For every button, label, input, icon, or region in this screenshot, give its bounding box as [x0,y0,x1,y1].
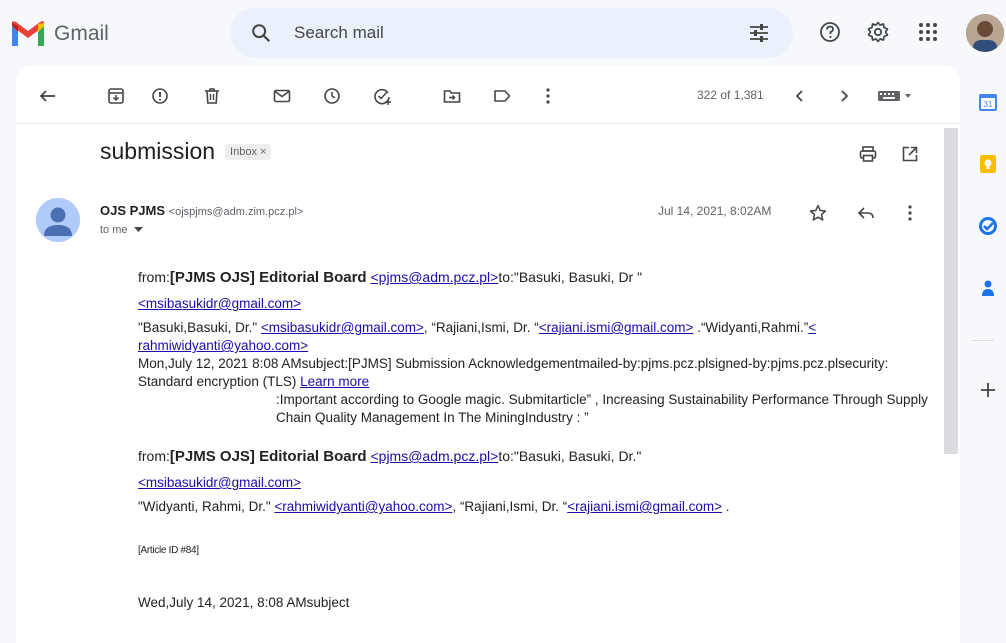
pagination-count: 322 of 1,381 [697,88,764,102]
open-in-new-window-icon[interactable] [900,144,920,164]
side-panel: 31 [960,66,1006,643]
from-label: from: [138,269,170,285]
add-to-tasks-icon[interactable] [372,86,392,106]
importance-text: :Important according to Google magic. Su… [276,392,928,425]
to-email-link[interactable]: <msibasukidr@gmail.com> [138,296,301,311]
back-arrow-icon[interactable] [38,86,58,106]
calendar-icon[interactable]: 31 [978,92,998,112]
sender-avatar[interactable] [36,198,80,242]
meta-text: Mon,July 12, 2021 8:08 AMsubject:[PJMS] … [138,356,889,389]
message-pane: 322 of 1,381 submission Inbox × OJS PJMS… [16,66,960,643]
cc1-name-2: "Widyanti, Rahmi, Dr." [138,499,271,514]
inbox-label-chip[interactable]: Inbox × [225,143,272,160]
cc2-email-link-2[interactable]: <rajiani.ismi@gmail.com> [567,499,722,514]
article-id: [Article ID #84] [138,545,199,556]
tasks-icon[interactable] [978,216,998,236]
search-icon[interactable] [250,22,272,44]
body-block-1-from: from:[PJMS OJS] Editorial Board <pjms@ad… [138,268,928,287]
report-spam-icon[interactable] [150,86,170,106]
star-icon[interactable] [808,203,828,223]
account-avatar[interactable] [966,14,1004,52]
email-body: from:[PJMS OJS] Editorial Board <pjms@ad… [138,264,928,612]
body-block-1-cc: "Basuki,Basuki, Dr." <msibasukidr@gmail.… [138,319,928,355]
email-subject: submission [100,138,216,164]
subject-row: submission Inbox × [100,138,272,165]
sender-line: OJS PJMS <ojspjms@adm.zim.pcz.pl> [100,203,303,218]
body-block-2-to-email: <msibasukidr@gmail.com> [138,474,928,492]
from-name-2: [PJMS OJS] Editorial Board [169,448,367,465]
cc3-name: .“Widyanti,Rahmi.” [693,320,809,335]
archive-icon[interactable] [106,86,126,106]
print-icon[interactable] [858,144,878,164]
body-block-1-to-email: <msibasukidr@gmail.com> [138,295,928,313]
recipient-details-toggle[interactable]: to me [100,224,143,236]
cc2-name: , “Rajiani,Ismi, Dr. “ [423,320,539,335]
profile-photo-icon [966,14,1004,52]
prev-chevron-icon[interactable] [790,86,810,106]
body-block-2-cc: "Widyanti, Rahmi, Dr." <rahmiwidyanti@ya… [138,498,928,516]
from-email-link[interactable]: <pjms@adm.pcz.pl> [370,269,498,285]
email-date: Jul 14, 2021, 8:02AM [658,204,772,218]
next-chevron-icon[interactable] [834,86,854,106]
message-toolbar: 322 of 1,381 [16,66,960,124]
delete-trash-icon[interactable] [202,86,222,106]
apps-grid-icon[interactable] [916,20,940,44]
from-name: [PJMS OJS] Editorial Board [169,269,367,286]
add-addon-plus-icon[interactable] [978,380,998,400]
body-block-1-importance: :Important according to Google magic. Su… [138,391,928,427]
search-filter-icon[interactable] [748,23,770,43]
calendar-day: 31 [984,100,993,109]
settings-gear-icon[interactable] [866,20,890,44]
cc1-email-link-2[interactable]: <rahmiwidyanti@yahoo.com> [274,499,452,514]
to-email-link-2[interactable]: <msibasukidr@gmail.com> [138,475,301,490]
more-vert-icon[interactable] [538,86,558,106]
gmail-m-icon [12,21,44,46]
learn-more-link[interactable]: Learn more [300,374,369,389]
input-tools-keyboard-icon[interactable] [876,86,916,106]
body-block-2-from: from:[PJMS OJS] Editorial Board <pjms@ad… [138,447,928,466]
gmail-logo[interactable]: Gmail [10,20,109,48]
search-bar[interactable]: Search mail [230,8,793,58]
sender-name[interactable]: OJS PJMS [100,203,165,218]
body-block-1-meta: Mon,July 12, 2021 8:08 AMsubject:[PJMS] … [138,355,928,391]
keep-notes-icon[interactable] [978,154,998,174]
default-person-icon [36,198,80,242]
contacts-icon[interactable] [978,278,998,298]
cc2-email-link[interactable]: <rajiani.ismi@gmail.com> [539,320,694,335]
caret-down-icon [133,227,143,232]
to-me-label: to me [100,224,128,236]
snooze-clock-icon[interactable] [322,86,342,106]
cc-end: . [721,499,730,514]
from-label-2: from: [138,448,170,464]
to-label-2: to:"Basuki, Basuki, Dr." [498,448,642,464]
cc1-email-link[interactable]: <msibasukidr@gmail.com> [261,320,424,335]
top-bar: Gmail Search mail [0,0,1006,66]
cc2-name-2: , “Rajiani,Ismi, Dr. “ [452,499,568,514]
app-name: Gmail [54,22,109,45]
scrollbar-thumb[interactable] [944,128,958,454]
from-email-link-2[interactable]: <pjms@adm.pcz.pl> [370,448,498,464]
cc1-name: "Basuki,Basuki, Dr." [138,320,258,335]
to-label: to:"Basuki, Basuki, Dr " [498,269,643,285]
mark-unread-icon[interactable] [272,86,292,106]
label-icon[interactable] [492,86,512,106]
panel-divider [972,340,994,341]
last-line: Wed,July 14, 2021, 8:08 AMsubject [138,595,350,610]
message-more-vert-icon[interactable] [900,203,920,223]
help-icon[interactable] [818,20,842,44]
sender-email: <ojspjms@adm.zim.pcz.pl> [168,206,304,218]
move-to-folder-icon[interactable] [442,86,462,106]
search-input[interactable]: Search mail [294,23,384,43]
reply-icon[interactable] [856,203,876,223]
